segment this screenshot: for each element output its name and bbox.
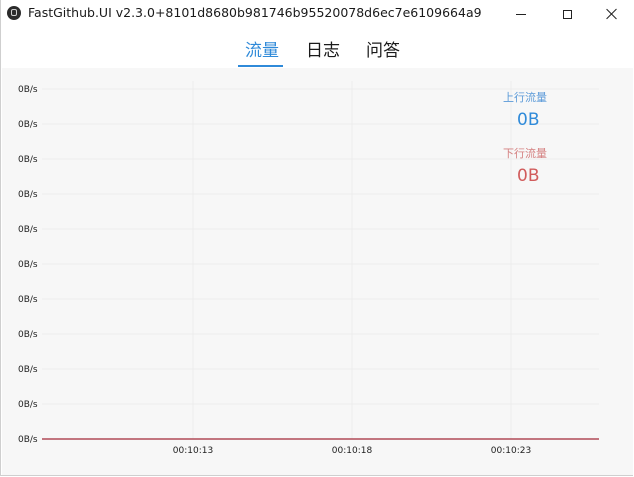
maximize-icon [562,9,572,19]
tab-faq[interactable]: 问答 [366,36,400,61]
tab-traffic[interactable]: 流量 [245,36,279,61]
close-button[interactable] [589,0,634,28]
y-tick-label: 0B/s [18,365,38,375]
y-tick-label: 0B/s [18,120,38,130]
upload-legend-value: 0B [517,110,540,130]
y-tick-label: 0B/s [18,435,38,445]
window-title: FastGithub.UI v2.3.0+8101d8680b981746b95… [28,5,482,20]
tab-logs[interactable]: 日志 [306,36,340,61]
y-tick-label: 0B/s [18,260,38,270]
y-tick-label: 0B/s [18,400,38,410]
download-legend-label: 下行流量 [503,147,547,160]
y-tick-label: 0B/s [18,155,38,165]
x-tick-label: 00:10:23 [491,446,531,456]
y-tick-label: 0B/s [18,190,38,200]
y-tick-label: 0B/s [18,225,38,235]
app-window: FastGithub.UI v2.3.0+8101d8680b981746b95… [0,0,634,476]
maximize-button[interactable] [544,0,590,28]
x-tick-label: 00:10:18 [332,446,373,456]
minimize-icon [516,13,526,15]
download-legend-value: 0B [517,166,540,186]
title-bar[interactable]: FastGithub.UI v2.3.0+8101d8680b981746b95… [1,0,634,28]
x-tick-label: 00:10:13 [173,446,213,456]
github-icon [7,6,21,20]
y-tick-label: 0B/s [18,85,38,95]
tab-bar: 流量 日志 问答 [1,28,634,68]
close-icon [606,8,618,20]
active-tab-indicator [238,65,283,67]
y-tick-label: 0B/s [18,330,38,340]
y-tick-label: 0B/s [18,295,38,305]
upload-legend-label: 上行流量 [503,91,547,104]
minimize-button[interactable] [498,0,544,28]
